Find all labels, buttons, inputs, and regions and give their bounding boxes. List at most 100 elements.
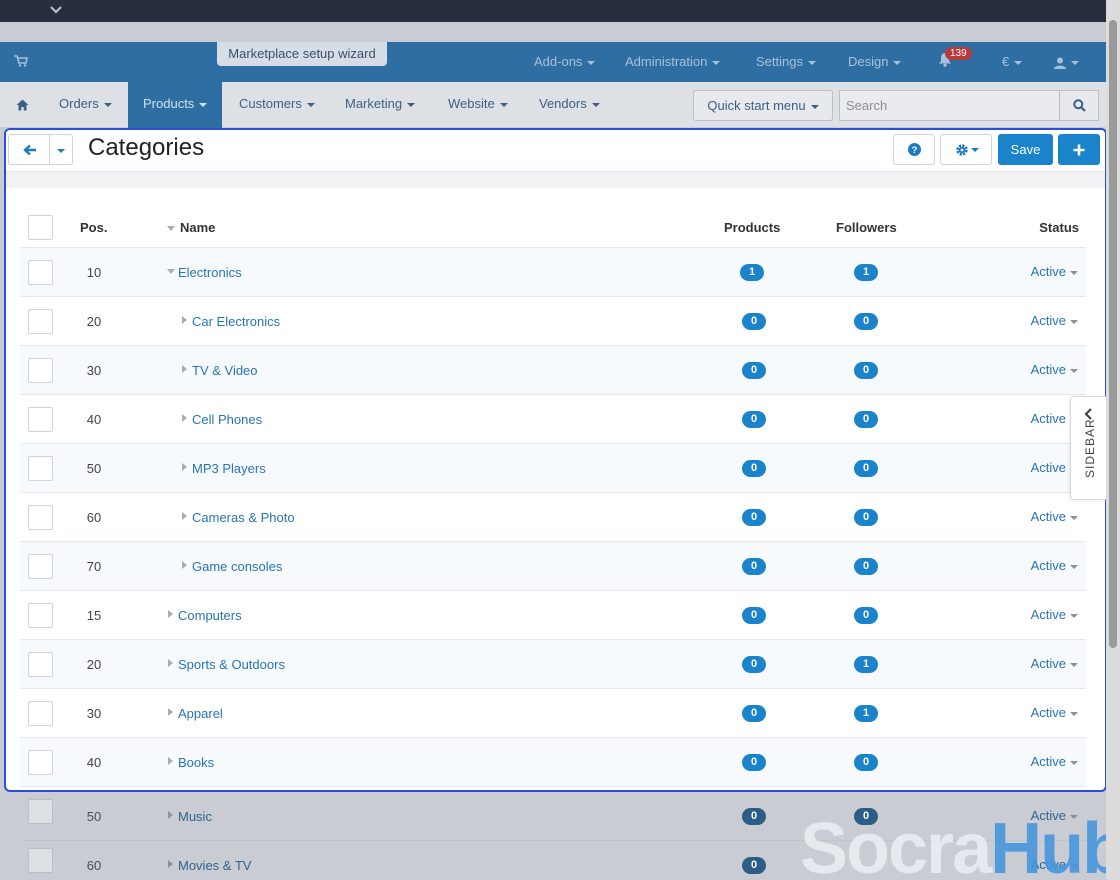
nav-products[interactable]: Products — [128, 82, 223, 128]
category-name-link[interactable]: Music — [178, 809, 212, 824]
status-column-header[interactable]: Status — [1039, 220, 1079, 235]
products-count-badge[interactable]: 0 — [742, 808, 766, 825]
quick-start-menu-button[interactable]: Quick start menu — [693, 90, 833, 121]
nav-vendors[interactable]: Vendors — [539, 82, 600, 128]
followers-count-badge[interactable]: 1 — [854, 264, 878, 281]
expand-arrow-icon[interactable] — [182, 463, 187, 471]
category-name-link[interactable]: Books — [178, 755, 214, 770]
pos-column-header[interactable]: Pos. — [80, 220, 107, 235]
back-dropdown-button[interactable] — [49, 134, 73, 165]
products-count-badge[interactable]: 0 — [742, 411, 766, 428]
followers-count-badge[interactable]: 0 — [854, 362, 878, 379]
search-input[interactable]: Search — [839, 90, 1060, 121]
settings-dropdown-button[interactable] — [940, 134, 992, 165]
nav-design[interactable]: Design — [848, 42, 902, 82]
products-count-badge[interactable]: 0 — [742, 656, 766, 673]
sidebar-toggle[interactable]: SIDEBAR — [1070, 396, 1106, 500]
status-dropdown[interactable]: Active — [1031, 558, 1078, 573]
followers-count-badge[interactable]: 0 — [854, 460, 878, 477]
status-dropdown[interactable]: Active — [1031, 754, 1078, 769]
followers-count-badge[interactable]: 1 — [854, 705, 878, 722]
status-dropdown[interactable]: Active — [1031, 264, 1078, 279]
category-name-link[interactable]: Sports & Outdoors — [178, 657, 285, 672]
products-count-badge[interactable]: 0 — [742, 460, 766, 477]
products-count-badge[interactable]: 1 — [740, 264, 764, 281]
expand-arrow-icon[interactable] — [168, 708, 173, 716]
collapse-arrow-icon[interactable] — [167, 269, 175, 274]
page-scrollbar[interactable] — [1106, 0, 1120, 880]
row-checkbox[interactable] — [28, 505, 53, 530]
category-name-link[interactable]: MP3 Players — [192, 461, 266, 476]
expand-arrow-icon[interactable] — [168, 757, 173, 765]
category-name-link[interactable]: Electronics — [178, 265, 242, 280]
category-name-link[interactable]: Game consoles — [192, 559, 282, 574]
category-name-link[interactable]: TV & Video — [192, 363, 258, 378]
row-checkbox[interactable] — [28, 554, 53, 579]
row-checkbox[interactable] — [28, 260, 53, 285]
category-name-link[interactable]: Cameras & Photo — [192, 510, 295, 525]
row-checkbox[interactable] — [28, 407, 53, 432]
status-dropdown[interactable]: Active — [1031, 607, 1078, 622]
nav-addons[interactable]: Add-ons — [534, 42, 596, 82]
status-dropdown[interactable]: Active — [1031, 313, 1078, 328]
followers-count-badge[interactable]: 0 — [854, 607, 878, 624]
expand-arrow-icon[interactable] — [182, 316, 187, 324]
followers-count-badge[interactable]: 1 — [854, 656, 878, 673]
category-name-link[interactable]: Cell Phones — [192, 412, 262, 427]
row-checkbox[interactable] — [28, 652, 53, 677]
marketplace-setup-wizard-button[interactable]: Marketplace setup wizard — [217, 42, 387, 66]
nav-orders[interactable]: Orders — [59, 82, 112, 128]
status-dropdown[interactable]: Active — [1031, 362, 1078, 377]
status-dropdown[interactable]: Active — [1031, 656, 1078, 671]
category-name-link[interactable]: Car Electronics — [192, 314, 280, 329]
category-name-link[interactable]: Computers — [178, 608, 242, 623]
row-checkbox[interactable] — [28, 701, 53, 726]
products-count-badge[interactable]: 0 — [742, 857, 766, 874]
nav-settings[interactable]: Settings — [756, 42, 816, 82]
products-count-badge[interactable]: 0 — [742, 509, 766, 526]
expand-arrow-icon[interactable] — [182, 365, 187, 373]
products-count-badge[interactable]: 0 — [742, 362, 766, 379]
search-button[interactable] — [1059, 90, 1099, 121]
expand-arrow-icon[interactable] — [182, 512, 187, 520]
select-all-checkbox[interactable] — [28, 215, 53, 240]
row-checkbox[interactable] — [28, 799, 53, 824]
category-name-link[interactable]: Movies & TV — [178, 858, 251, 873]
row-checkbox[interactable] — [28, 603, 53, 628]
row-checkbox[interactable] — [28, 848, 53, 873]
products-count-badge[interactable]: 0 — [742, 558, 766, 575]
expand-arrow-icon[interactable] — [182, 414, 187, 422]
name-column-header[interactable]: Name — [180, 220, 215, 235]
collapse-all-icon[interactable] — [167, 226, 175, 231]
followers-count-badge[interactable]: 0 — [854, 313, 878, 330]
currency-selector[interactable]: € — [1002, 42, 1023, 82]
followers-count-badge[interactable]: 0 — [854, 558, 878, 575]
products-count-badge[interactable]: 0 — [742, 754, 766, 771]
nav-marketing[interactable]: Marketing — [345, 82, 416, 128]
row-checkbox[interactable] — [28, 358, 53, 383]
cart-icon[interactable] — [14, 55, 28, 67]
expand-arrow-icon[interactable] — [168, 860, 173, 868]
products-column-header[interactable]: Products — [724, 220, 780, 235]
products-count-badge[interactable]: 0 — [742, 705, 766, 722]
user-menu[interactable] — [1054, 42, 1079, 82]
category-name-link[interactable]: Apparel — [178, 706, 223, 721]
followers-count-badge[interactable]: 0 — [854, 754, 878, 771]
followers-column-header[interactable]: Followers — [836, 220, 897, 235]
followers-count-badge[interactable]: 0 — [854, 411, 878, 428]
nav-customers[interactable]: Customers — [239, 82, 315, 128]
back-button[interactable] — [8, 134, 50, 165]
row-checkbox[interactable] — [28, 456, 53, 481]
nav-administration[interactable]: Administration — [625, 42, 721, 82]
save-button[interactable]: Save — [998, 134, 1053, 165]
expand-arrow-icon[interactable] — [168, 659, 173, 667]
expand-arrow-icon[interactable] — [182, 561, 187, 569]
row-checkbox[interactable] — [28, 750, 53, 775]
products-count-badge[interactable]: 0 — [742, 607, 766, 624]
nav-website[interactable]: Website — [448, 82, 508, 128]
followers-count-badge[interactable]: 0 — [854, 509, 878, 526]
row-checkbox[interactable] — [28, 309, 53, 334]
chevron-down-icon[interactable] — [50, 4, 62, 18]
help-button[interactable]: ? — [893, 134, 935, 165]
status-dropdown[interactable]: Active — [1031, 509, 1078, 524]
